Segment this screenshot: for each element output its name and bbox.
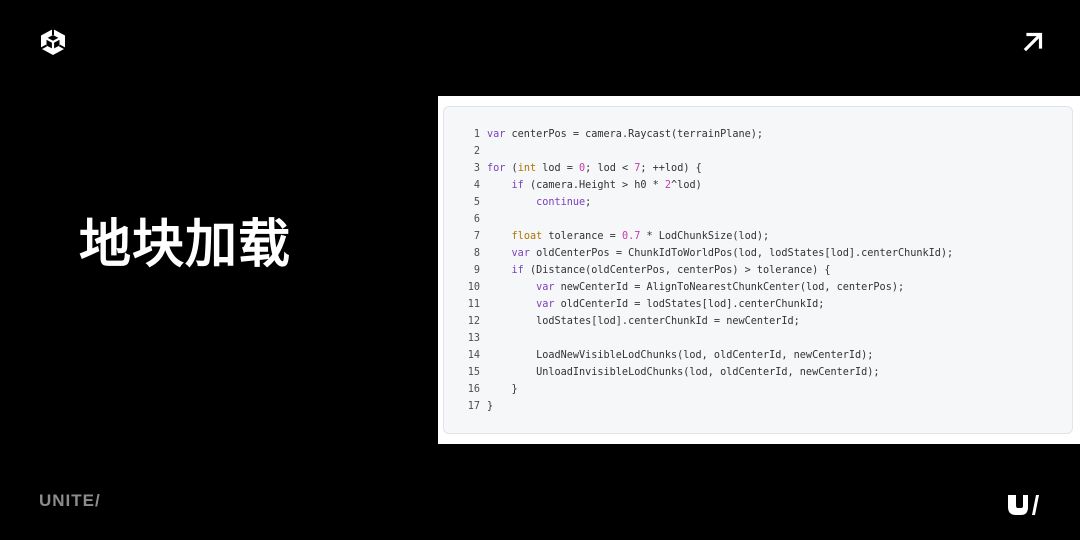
line-number: 1 (473, 129, 480, 140)
line-number: 4 (473, 180, 480, 191)
code-line: 1 var centerPos = camera.Raycast(terrainP… (444, 126, 1072, 143)
code-line: 2 (444, 143, 1072, 160)
code-line: 15 UnloadInvisibleLodChunks(lod, oldCent… (444, 364, 1072, 381)
code-line: 9 if (Distance(oldCenterPos, centerPos) … (444, 262, 1072, 279)
line-code: var oldCenterPos = ChunkIdToWorldPos(lod… (511, 248, 954, 259)
line-code: if (Distance(oldCenterPos, centerPos) > … (511, 265, 831, 276)
line-number: 3 (473, 163, 480, 174)
line-code: var centerPos = camera.Raycast(terrainPl… (487, 129, 764, 140)
code-line: 4 if (camera.Height > h0 * 2^lod) (444, 177, 1072, 194)
code-line: 11 var oldCenterId = lodStates[lod].cent… (444, 296, 1072, 313)
code-line: 14 LoadNewVisibleLodChunks(lod, oldCente… (444, 347, 1072, 364)
line-code: continue; (536, 197, 592, 208)
line-code: } (487, 384, 518, 395)
line-number: 16 (467, 384, 480, 395)
code-line: 13 (444, 330, 1072, 347)
code-line: 6 (444, 211, 1072, 228)
code-line: 5 continue; (444, 194, 1072, 211)
line-number: 2 (473, 146, 480, 157)
line-code: if (camera.Height > h0 * 2^lod) (511, 180, 702, 191)
arrow-up-right-icon[interactable] (1021, 30, 1045, 54)
line-number: 13 (467, 333, 480, 344)
line-code: for (int lod = 0; lod < 7; ++lod) { (487, 163, 702, 174)
code-line: 17} (444, 398, 1072, 415)
code-block: 1 var centerPos = camera.Raycast(terrainP… (443, 106, 1073, 434)
slide-title: 地块加载 (79, 215, 292, 275)
line-code: var newCenterId = AlignToNearestChunkCen… (536, 282, 905, 293)
line-code: var oldCenterId = lodStates[lod].centerC… (536, 299, 825, 310)
unity-cube-icon (40, 29, 66, 55)
line-number: 15 (467, 367, 480, 378)
line-number: 12 (467, 316, 480, 327)
line-number: 7 (473, 231, 480, 242)
line-number: 6 (473, 214, 480, 225)
code-line: 7 float tolerance = 0.7 * LodChunkSize(l… (444, 228, 1072, 245)
code-line: 10 var newCenterId = AlignToNearestChunk… (444, 279, 1072, 296)
line-code: LoadNewVisibleLodChunks(lod, oldCenterId… (487, 350, 874, 361)
line-number: 5 (473, 197, 480, 208)
code-lines: 1 var centerPos = camera.Raycast(terrainP… (444, 126, 1072, 415)
line-number: 8 (473, 248, 480, 259)
unite-wordmark: UNITE/ (39, 491, 101, 510)
line-code: float tolerance = 0.7 * LodChunkSize(lod… (511, 231, 770, 242)
line-number: 11 (467, 299, 480, 310)
line-code: } (487, 401, 494, 412)
line-number: 14 (467, 350, 480, 361)
code-line: 12 lodStates[lod].centerChunkId = newCen… (444, 313, 1072, 330)
line-number: 10 (467, 282, 480, 293)
line-code: lodStates[lod].centerChunkId = newCenter… (487, 316, 800, 327)
line-code: UnloadInvisibleLodChunks(lod, oldCenterI… (487, 367, 880, 378)
line-number: 17 (467, 401, 480, 412)
code-line: 8 var oldCenterPos = ChunkIdToWorldPos(l… (444, 245, 1072, 262)
code-line: 16 } (444, 381, 1072, 398)
code-line: 3 for (int lod = 0; lod < 7; ++lod) { (444, 160, 1072, 177)
u-slash-logo-icon (1008, 495, 1039, 515)
line-number: 9 (473, 265, 480, 276)
